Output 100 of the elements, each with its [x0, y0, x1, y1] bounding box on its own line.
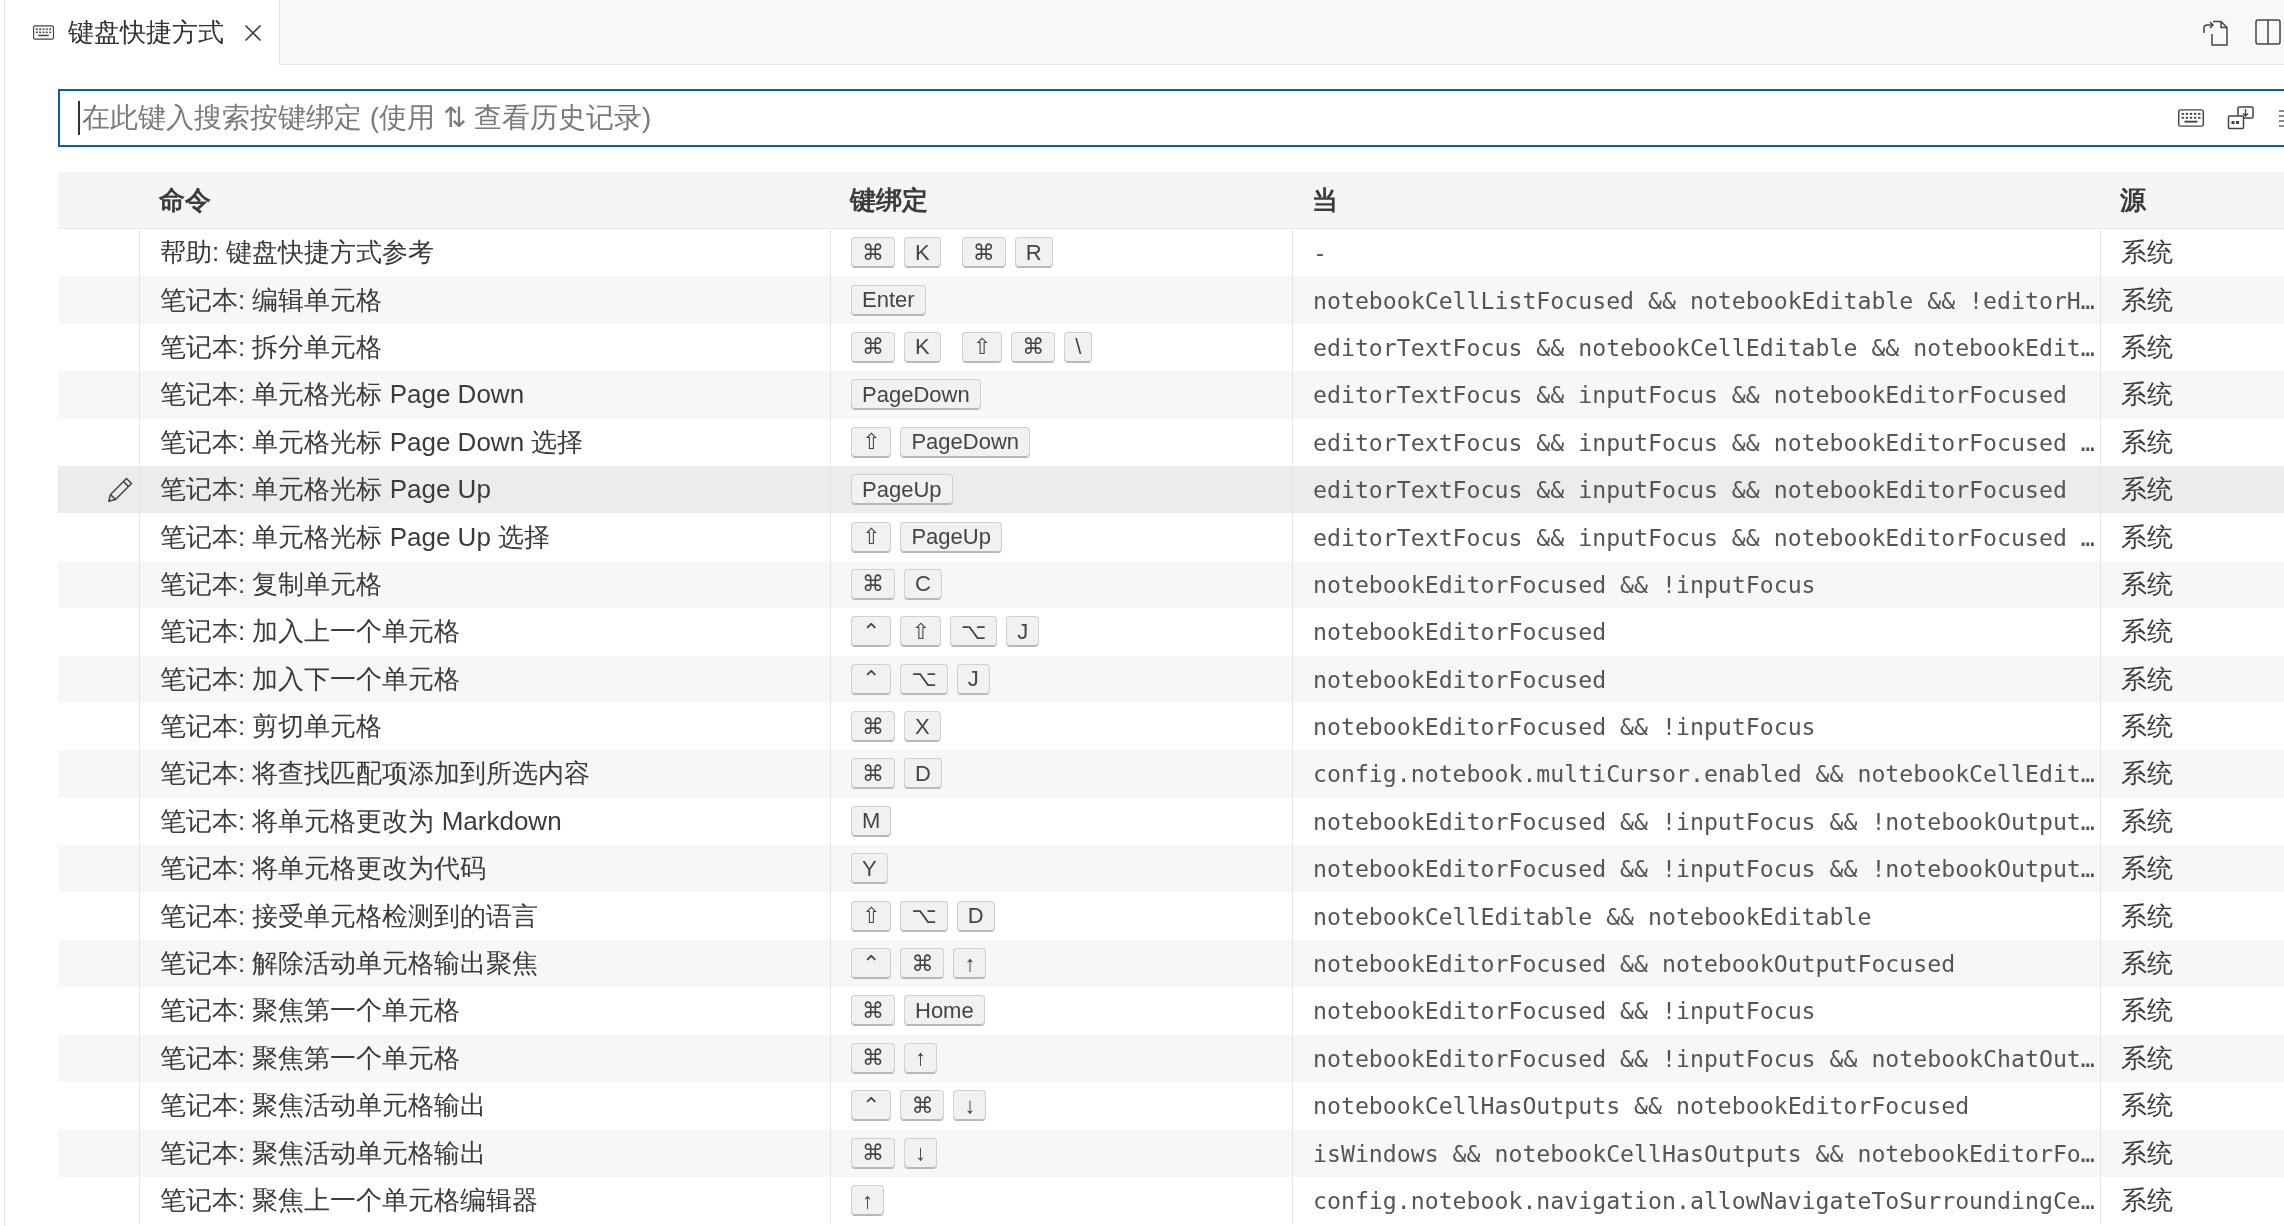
- table-row[interactable]: 笔记本: 编辑单元格 Enter notebookCellListFocused && notebookEditable && !editorH… 系统: [58, 276, 2284, 324]
- box-arrow-icon[interactable]: [2227, 106, 2255, 130]
- command-cell: 笔记本: 加入上一个单元格: [139, 608, 830, 656]
- keycap: ⇧: [900, 616, 941, 648]
- table-row[interactable]: 笔记本: 单元格光标 Page Down PageDown editorTextFocus && inputFocus && notebookEditorFocused 系统: [58, 371, 2284, 419]
- when-cell: editorTextFocus && inputFocus && notebookEditorFocused …: [1292, 418, 2100, 466]
- source-cell: 系统: [2100, 1129, 2284, 1177]
- keycap: ⇧: [851, 900, 892, 932]
- source-cell: 系统: [2100, 655, 2284, 703]
- search-field[interactable]: 在此键入搜索按键绑定 (使用 ⇅ 查看历史记录): [58, 89, 2284, 147]
- keycap: ⌘: [851, 758, 895, 790]
- close-icon: [244, 23, 262, 42]
- when-cell: notebookEditorFocused: [1292, 608, 2100, 656]
- command-cell: 笔记本: 聚焦上一个单元格编辑器: [139, 1176, 830, 1225]
- keycap: K: [904, 331, 941, 363]
- keycap: ⌘: [1011, 331, 1056, 363]
- keycap: D: [904, 758, 942, 790]
- keycap: PageUp: [900, 521, 1002, 553]
- when-cell: editorTextFocus && inputFocus && notebookEditorFocused …: [1292, 513, 2100, 561]
- source-cell: 系统: [2100, 513, 2284, 561]
- keycap: J: [1006, 616, 1040, 648]
- table-row[interactable]: 笔记本: 将单元格更改为代码 Y notebookEditorFocused && !inputFocus && !notebookOutput… 系统: [58, 845, 2284, 893]
- keycap: D: [956, 900, 995, 932]
- keycap: ⌘: [851, 568, 895, 600]
- column-header: 当: [1311, 183, 1339, 217]
- when-cell: notebookEditorFocused: [1292, 655, 2100, 703]
- source-cell: 系统: [2100, 1176, 2284, 1225]
- keycap: ⇧: [851, 426, 892, 458]
- when-cell: notebookCellEditable && notebookEditable: [1292, 892, 2100, 940]
- keyboard-icon[interactable]: [2178, 109, 2204, 127]
- keycap: ⌥: [949, 616, 998, 648]
- command-cell: 笔记本: 单元格光标 Page Down 选择: [139, 418, 830, 466]
- keycap: PageDown: [900, 426, 1031, 458]
- column-header: 命令: [158, 183, 212, 217]
- keycap: X: [904, 711, 941, 743]
- keycap: ⌃: [851, 663, 892, 695]
- keycap: ⌘: [851, 331, 895, 363]
- keycap: ⌃: [851, 1090, 892, 1122]
- keycap: ↑: [904, 1042, 937, 1074]
- table-row[interactable]: 笔记本: 单元格光标 Page Up PageUp editorTextFocus && inputFocus && notebookEditorFocused 系统: [58, 465, 2284, 514]
- keycap: ↓: [904, 1137, 937, 1169]
- when-cell: config.notebook.navigation.allowNavigateToSurroundingCe…: [1292, 1176, 2100, 1225]
- source-cell: 系统: [2100, 987, 2284, 1035]
- when-cell: isWindows && notebookCellHasOutputs && notebookEditorFo…: [1292, 1129, 2100, 1177]
- table-row[interactable]: 笔记本: 聚焦第一个单元格 ⌘ ↑ notebookEditorFocused && !inputFocus && notebookChatOut… 系统: [58, 1034, 2284, 1083]
- command-cell: 笔记本: 聚焦第一个单元格: [139, 987, 830, 1035]
- keycap: ⌘: [900, 1090, 945, 1122]
- keycap: PageDown: [851, 379, 981, 411]
- keycap: ↓: [953, 1090, 987, 1122]
- keycap: M: [851, 805, 892, 837]
- keycap: ⌘: [961, 237, 1006, 269]
- source-cell: 系统: [2100, 276, 2284, 324]
- keycap: ⌘: [851, 237, 895, 269]
- split-editor-icon[interactable]: [2255, 19, 2281, 45]
- keycap: ⌥: [900, 663, 948, 695]
- command-cell: 笔记本: 将查找匹配项添加到所选内容: [139, 750, 830, 798]
- tab-keyboard-icon: [33, 25, 54, 40]
- command-cell: 笔记本: 加入下一个单元格: [139, 655, 830, 703]
- table-row[interactable]: 笔记本: 将查找匹配项添加到所选内容 ⌘ D config.notebook.multiCursor.enabled && notebookCellEdit… 系统: [58, 750, 2284, 798]
- keycap: ⌘: [851, 1042, 895, 1074]
- keycap: ⌃: [851, 948, 892, 980]
- keycap: ⇧: [961, 331, 1003, 363]
- list-icon[interactable]: [2278, 109, 2284, 127]
- keycap: ⌥: [900, 900, 948, 932]
- keycap: PageUp: [851, 474, 953, 506]
- keycap: Y: [851, 853, 888, 885]
- keycap: K: [904, 237, 941, 269]
- source-cell: 系统: [2100, 750, 2284, 798]
- keycap: ⌃: [851, 616, 892, 648]
- when-cell: config.notebook.multiCursor.enabled && notebookCellEdit…: [1292, 750, 2100, 798]
- pencil-icon[interactable]: [106, 475, 134, 504]
- when-cell: notebookCellListFocused && notebookEditable && !editorH…: [1292, 276, 2100, 324]
- table-row[interactable]: 笔记本: 聚焦活动单元格输出 ⌘ ↓ isWindows && notebookCellHasOutputs && notebookEditorFo… 系统: [58, 1129, 2284, 1177]
- when-cell: editorTextFocus && inputFocus && notebookEditorFocused: [1292, 371, 2100, 419]
- source-cell: 系统: [2100, 608, 2284, 656]
- keycap: Home: [904, 995, 985, 1027]
- editor-tab[interactable]: 键盘快捷方式: [5, 0, 280, 65]
- keycap: ⌘: [851, 711, 895, 743]
- source-cell: 系统: [2100, 371, 2284, 419]
- command-cell: 笔记本: 单元格光标 Page Up 选择: [139, 513, 830, 561]
- keycap: ↑: [851, 1185, 884, 1216]
- column-header: 源: [2119, 183, 2147, 217]
- keycap: ↑: [953, 948, 987, 980]
- keycap: ⇧: [851, 521, 892, 553]
- keycap: \: [1064, 331, 1093, 363]
- table-row[interactable]: 笔记本: 加入下一个单元格 ⌃ ⌥ J notebookEditorFocused 系统: [58, 655, 2284, 703]
- keycap: ⌘: [851, 995, 895, 1027]
- command-cell: 笔记本: 编辑单元格: [139, 276, 830, 324]
- keycap: J: [956, 663, 990, 695]
- keycap: ⌘: [851, 1137, 895, 1169]
- when-cell: notebookEditorFocused && !inputFocus: [1292, 987, 2100, 1035]
- command-cell: 笔记本: 单元格光标 Page Down: [139, 371, 830, 419]
- table-row[interactable]: 笔记本: 复制单元格 ⌘ C notebookEditorFocused && !inputFocus 系统: [58, 560, 2284, 609]
- keycap: ⌘: [900, 948, 945, 980]
- column-header: 键绑定: [848, 183, 929, 217]
- source-cell: 系统: [2100, 892, 2284, 940]
- keycap: Enter: [851, 284, 926, 316]
- source-cell: 系统: [2100, 418, 2284, 466]
- command-cell: 笔记本: 聚焦活动单元格输出: [139, 1129, 830, 1177]
- table-row[interactable]: 笔记本: 解除活动单元格输出聚焦 ⌃ ⌘ ↑ notebookEditorFocused && notebookOutputFocused 系统: [58, 939, 2284, 988]
